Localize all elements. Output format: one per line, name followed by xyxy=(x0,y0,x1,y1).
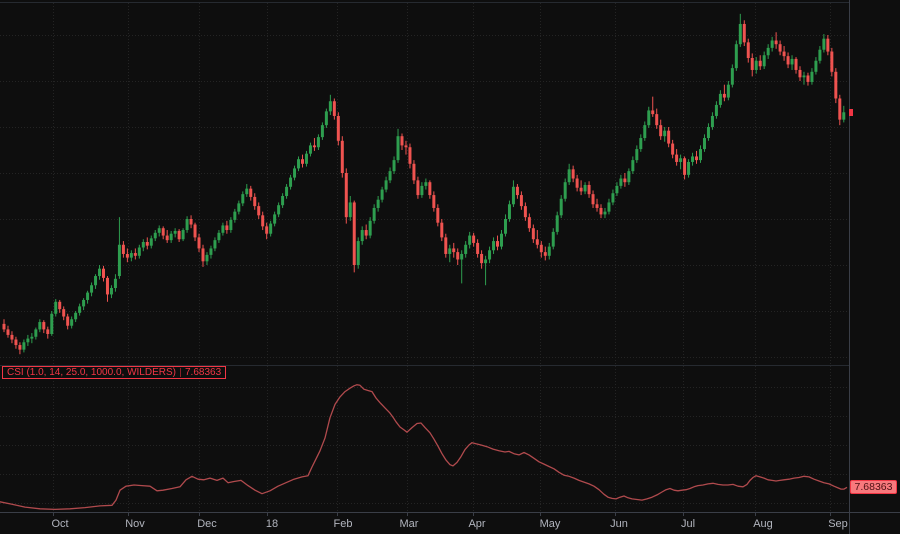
time-axis-label: Mar xyxy=(399,518,419,530)
time-scale-axis[interactable]: Oct Nov Dec 18 Feb Mar Apr May Jun Jul Aug Sep xyxy=(0,513,900,534)
trading-chart-window: CSI (1.0, 14, 25.0, 1000.0, WILDERS) 7.6… xyxy=(0,0,900,534)
indicator-last-value: 7.68363 xyxy=(184,367,222,378)
time-axis-label: Oct xyxy=(51,518,69,530)
price-scale-axis[interactable]: 125012001150110010501000950900252015105 xyxy=(850,0,900,512)
time-axis-label: Sep xyxy=(828,518,848,530)
time-axis-label: Apr xyxy=(468,518,486,530)
time-axis-label: Jul xyxy=(680,518,696,530)
csi-indicator-line xyxy=(0,384,848,511)
indicator-value-badge: 7.68363 xyxy=(850,480,897,494)
time-axis-label: Feb xyxy=(333,518,353,530)
legend-divider xyxy=(179,368,181,377)
time-axis-label: Jun xyxy=(610,518,628,530)
time-axis-label: Nov xyxy=(125,518,145,530)
time-axis-label: Aug xyxy=(753,518,773,530)
time-axis-label: 18 xyxy=(265,518,279,530)
time-axis-label: Dec xyxy=(197,518,217,530)
chart-canvas[interactable] xyxy=(0,0,900,534)
indicator-name: CSI (1.0, 14, 25.0, 1000.0, WILDERS) xyxy=(7,367,176,378)
last-price-marker xyxy=(849,109,853,116)
time-axis-label: May xyxy=(539,518,561,530)
indicator-legend[interactable]: CSI (1.0, 14, 25.0, 1000.0, WILDERS) 7.6… xyxy=(2,366,227,379)
